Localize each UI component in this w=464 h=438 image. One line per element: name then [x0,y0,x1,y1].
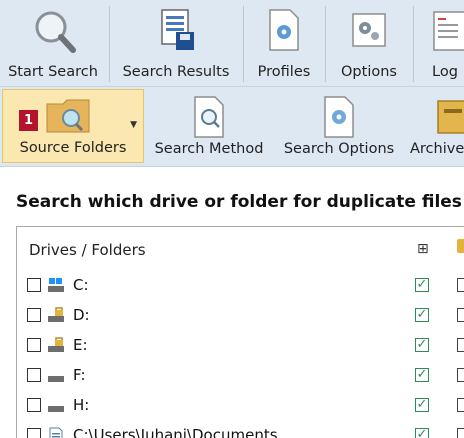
lock-column-icon [457,239,464,253]
main-ribbon: Start Search Search Results Profiles Opt… [0,0,464,87]
folder-path: H: [73,396,90,414]
folder-search-icon [45,96,97,140]
drive-icon [48,406,64,412]
table-row[interactable]: D: ✓ [17,301,464,331]
include-checkbox[interactable] [27,278,41,292]
document-gear-icon [319,95,359,143]
windows-drive-icon [48,278,64,292]
subfolders-checkbox[interactable]: ✓ [415,308,429,322]
archive-button[interactable]: Archive [406,89,464,163]
table-row[interactable]: E: ✓ [17,331,464,361]
subfolders-checkbox[interactable]: ✓ [415,398,429,412]
archive-label: Archive [410,141,464,157]
drive-icon [48,376,64,382]
search-options-label: Search Options [283,141,395,157]
options-label: Options [341,64,397,80]
column-header-drives-folders: Drives / Folders [29,241,146,259]
include-checkbox[interactable] [27,368,41,382]
protect-checkbox[interactable] [457,338,464,352]
log-icon [432,6,464,58]
protect-checkbox[interactable] [457,308,464,322]
start-search-button[interactable]: Start Search [0,0,106,86]
folder-path: E: [73,336,88,354]
table-row[interactable]: H: ✓ [17,391,464,421]
separator [243,6,244,82]
locked-drive-icon [48,337,64,352]
search-method-button[interactable]: Search Method [148,89,270,163]
folder-path: F: [73,366,86,384]
protect-checkbox[interactable] [457,428,464,438]
search-results-button[interactable]: Search Results [114,0,238,86]
options-gear-icon [349,6,389,58]
separator [109,6,110,82]
log-button[interactable]: Log [418,0,464,86]
chevron-down-icon[interactable]: ▼ [130,120,137,130]
drives-folders-list: Drives / Folders ⊞ C: ✓ D: ✓ E: ✓ F: ✓ H… [16,226,464,438]
separator [413,6,414,82]
page-title: Search which drive or folder for duplica… [16,192,462,212]
include-checkbox[interactable] [27,398,41,412]
folder-path: C:\Users\Juhani\Documents [73,426,278,438]
include-checkbox[interactable] [27,308,41,322]
log-label: Log [432,64,458,80]
subfolders-checkbox[interactable]: ✓ [415,368,429,382]
options-button[interactable]: Options [330,0,408,86]
magnifier-icon [27,6,79,60]
protect-checkbox[interactable] [457,278,464,292]
start-search-label: Start Search [8,64,98,80]
separator [325,6,326,82]
source-folders-label: Source Folders [19,140,127,156]
results-save-icon [154,6,198,58]
include-checkbox[interactable] [27,338,41,352]
search-setup-ribbon: 1 ▼ Source Folders Search Method Search … [0,87,464,167]
step-badge: 1 [19,110,38,131]
search-method-label: Search Method [154,141,264,157]
subfolders-checkbox[interactable]: ✓ [415,278,429,292]
archive-icon [436,95,464,143]
folder-path: D: [73,306,90,324]
subfolders-checkbox[interactable]: ✓ [415,428,429,438]
search-options-button[interactable]: Search Options [276,89,402,163]
table-row[interactable]: C: ✓ [17,271,464,301]
source-folders-button[interactable]: 1 ▼ Source Folders [2,89,144,163]
document-folder-icon [49,427,63,438]
subfolders-checkbox[interactable]: ✓ [415,338,429,352]
profiles-gear-icon [264,6,304,58]
locked-drive-icon [48,307,64,322]
table-row[interactable]: F: ✓ [17,361,464,391]
protect-checkbox[interactable] [457,398,464,412]
folder-path: C: [73,276,89,294]
profiles-label: Profiles [257,64,311,80]
subfolders-column-icon: ⊞ [417,241,429,257]
table-row[interactable]: C:\Users\Juhani\Documents ✓ [17,421,464,438]
protect-checkbox[interactable] [457,368,464,382]
profiles-button[interactable]: Profiles [248,0,320,86]
document-search-icon [189,95,229,143]
include-checkbox[interactable] [27,428,41,438]
search-results-label: Search Results [122,64,230,80]
